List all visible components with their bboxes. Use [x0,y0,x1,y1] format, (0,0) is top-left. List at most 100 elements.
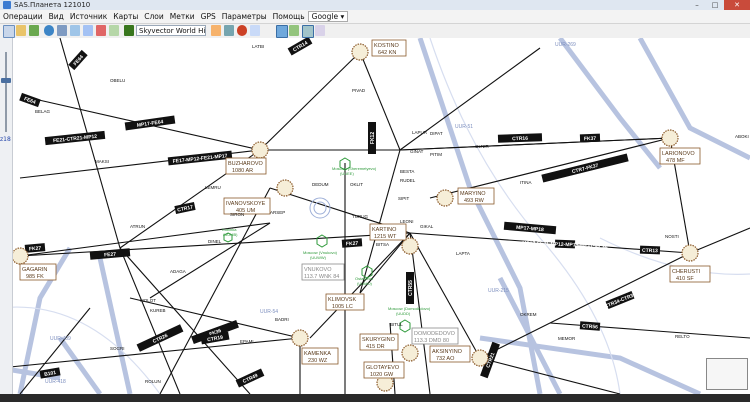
airport-cherusti-code: CHERUSTI [672,269,701,275]
menu-view[interactable]: Вид [46,10,67,23]
menu-operations[interactable]: Операции [0,10,46,23]
svg-text:LATBI: LATBI [252,44,264,49]
svg-text:TURUG: TURUG [352,214,368,219]
select-rect-icon[interactable] [302,25,314,38]
menu-maps[interactable]: Карты [110,10,141,23]
maximize-button[interactable]: □ [706,0,724,10]
menu-gps[interactable]: GPS [198,10,219,23]
window-controls: – □ ✕ [688,0,750,10]
globe-icon[interactable] [44,25,54,36]
svg-text:RUDEL: RUDEL [400,178,416,183]
svg-text:GIKAL: GIKAL [420,224,434,229]
airport-maryino-code: MARYINO [460,191,486,197]
airport-kartino-id: 1215 WT [374,234,397,240]
svg-text:MEMOR: MEMOR [558,336,576,341]
svg-text:FK27: FK27 [29,245,42,252]
map-type-icon[interactable] [124,25,134,36]
polygon-tool-icon[interactable] [29,25,39,36]
fullscreen-icon[interactable] [315,25,325,36]
svg-text:OLNIR: OLNIR [475,144,490,149]
airport-kartino-code: KARTINO [372,227,397,233]
svg-text:BITUL: BITUL [390,322,403,327]
move-tool-icon[interactable] [3,25,15,38]
svg-text:BITSA: BITSA [376,242,389,247]
menu-layers[interactable]: Слои [141,10,167,23]
vor-domodedovo-id: (UUDD) [396,311,411,316]
svg-text:RELTO: RELTO [675,334,690,339]
airport-larionovo-id: 478 MF [666,158,685,164]
svg-text:PIVAD: PIVAD [352,88,366,93]
airport-kamenka-id: 230 WZ [308,358,328,364]
airport-klimovsk-code: KLIMOVSK [328,297,356,303]
svg-text:ATRUN: ATRUN [130,224,145,229]
svg-text:SOGRI: SOGRI [110,346,125,351]
mini-map[interactable] [706,358,748,390]
map-view[interactable]: FE21-CTR21-MP12 MP17-FE64 FE17-MP12-FE21… [0,38,750,394]
airport-aksinyino-id: 732 AO [436,356,455,362]
svg-text:CTR16: CTR16 [512,136,528,143]
menu-source[interactable]: Источник [67,10,110,23]
svg-text:SIRON: SIRON [230,212,244,217]
compass-icon[interactable] [70,25,80,36]
svg-text:DIPAT: DIPAT [430,131,443,136]
svg-text:FK27: FK27 [346,241,359,248]
layers-icon[interactable] [57,25,67,36]
svg-text:MOLOT: MOLOT [140,298,156,303]
zoom-slider-handle[interactable] [1,78,11,83]
menu-google[interactable]: Google ▾ [307,11,349,22]
svg-text:OBELU: OBELU [110,78,125,83]
svg-text:UUR-54: UUR-54 [260,309,278,315]
zoom-icon[interactable] [250,25,260,36]
svg-text:ABOKI: ABOKI [735,134,749,139]
svg-text:BADRI: BADRI [275,317,289,322]
menu-settings[interactable]: Параметры [219,10,270,23]
svg-text:DINEL: DINEL [208,239,222,244]
svg-text:CTR56: CTR56 [582,323,598,330]
marks-icon[interactable] [96,25,106,36]
airport-buzharovo-code: BUZHAROVO [228,161,264,167]
gps-icon[interactable] [83,25,93,36]
svg-text:FE27: FE27 [104,251,117,258]
svg-text:EPAML: EPAML [240,339,255,344]
svg-text:UUR-418: UUR-418 [45,379,66,385]
airport-gagarin-id: 985 FK [26,274,44,280]
svg-text:UUR-215: UUR-215 [488,288,509,294]
svg-text:PITIM: PITIM [430,152,442,157]
map-source-select[interactable]: Skyvector World Hi [136,25,206,36]
ruler-icon[interactable] [109,25,119,36]
app-icon [3,1,11,9]
airport-kamenka-code: KAMENKA [304,351,331,357]
svg-text:FK12: FK12 [370,132,376,144]
path-icon[interactable] [224,25,234,36]
airport-glotayevo-id: 1020 GW [370,372,394,378]
menu-help[interactable]: Помощь [270,10,308,23]
svg-text:LAPTA: LAPTA [456,251,470,256]
airport-skurygino-code: SKURYGINO [362,337,396,343]
stop-icon[interactable] [237,25,247,36]
zoom-slider-track[interactable] [5,52,7,132]
zoom-level-label: z18 [0,136,11,143]
svg-text:FK37: FK37 [584,136,597,142]
vor-ostafyevo-id: (UUMO) [357,281,373,286]
svg-text:LAPUR: LAPUR [412,130,428,135]
svg-text:GINAT: GINAT [410,149,424,154]
svg-text:SIPIT: SIPIT [398,196,410,201]
ruler-tool-icon[interactable] [16,25,26,36]
svg-text:UUR-409: UUR-409 [50,336,71,342]
pin-icon[interactable] [211,25,221,36]
airport-ivanovskoye-code: IVANOVSKOYE [226,201,266,207]
svg-text:DEDUM: DEDUM [312,182,329,187]
svg-text:NOSTI: NOSTI [665,234,679,239]
menu-bar: Операции Вид Источник Карты Слои Метки G… [0,10,750,24]
vor-sheremetyevo-id: (UUEE) [340,171,354,176]
close-button[interactable]: ✕ [724,0,750,10]
minimize-button[interactable]: – [688,0,706,10]
vor-vnukovo-id: (UUWW) [310,255,327,260]
airport-cherusti-id: 410 SF [676,276,694,282]
menu-marks[interactable]: Метки [167,10,198,23]
svg-text:LEONI: LEONI [400,219,414,224]
pan-icon[interactable] [289,25,299,36]
cursor-icon[interactable] [276,25,288,38]
airport-maryino-id: 493 RW [464,198,485,204]
map-canvas[interactable]: FE21-CTR21-MP12 MP17-FE64 FE17-MP12-FE21… [0,38,750,394]
